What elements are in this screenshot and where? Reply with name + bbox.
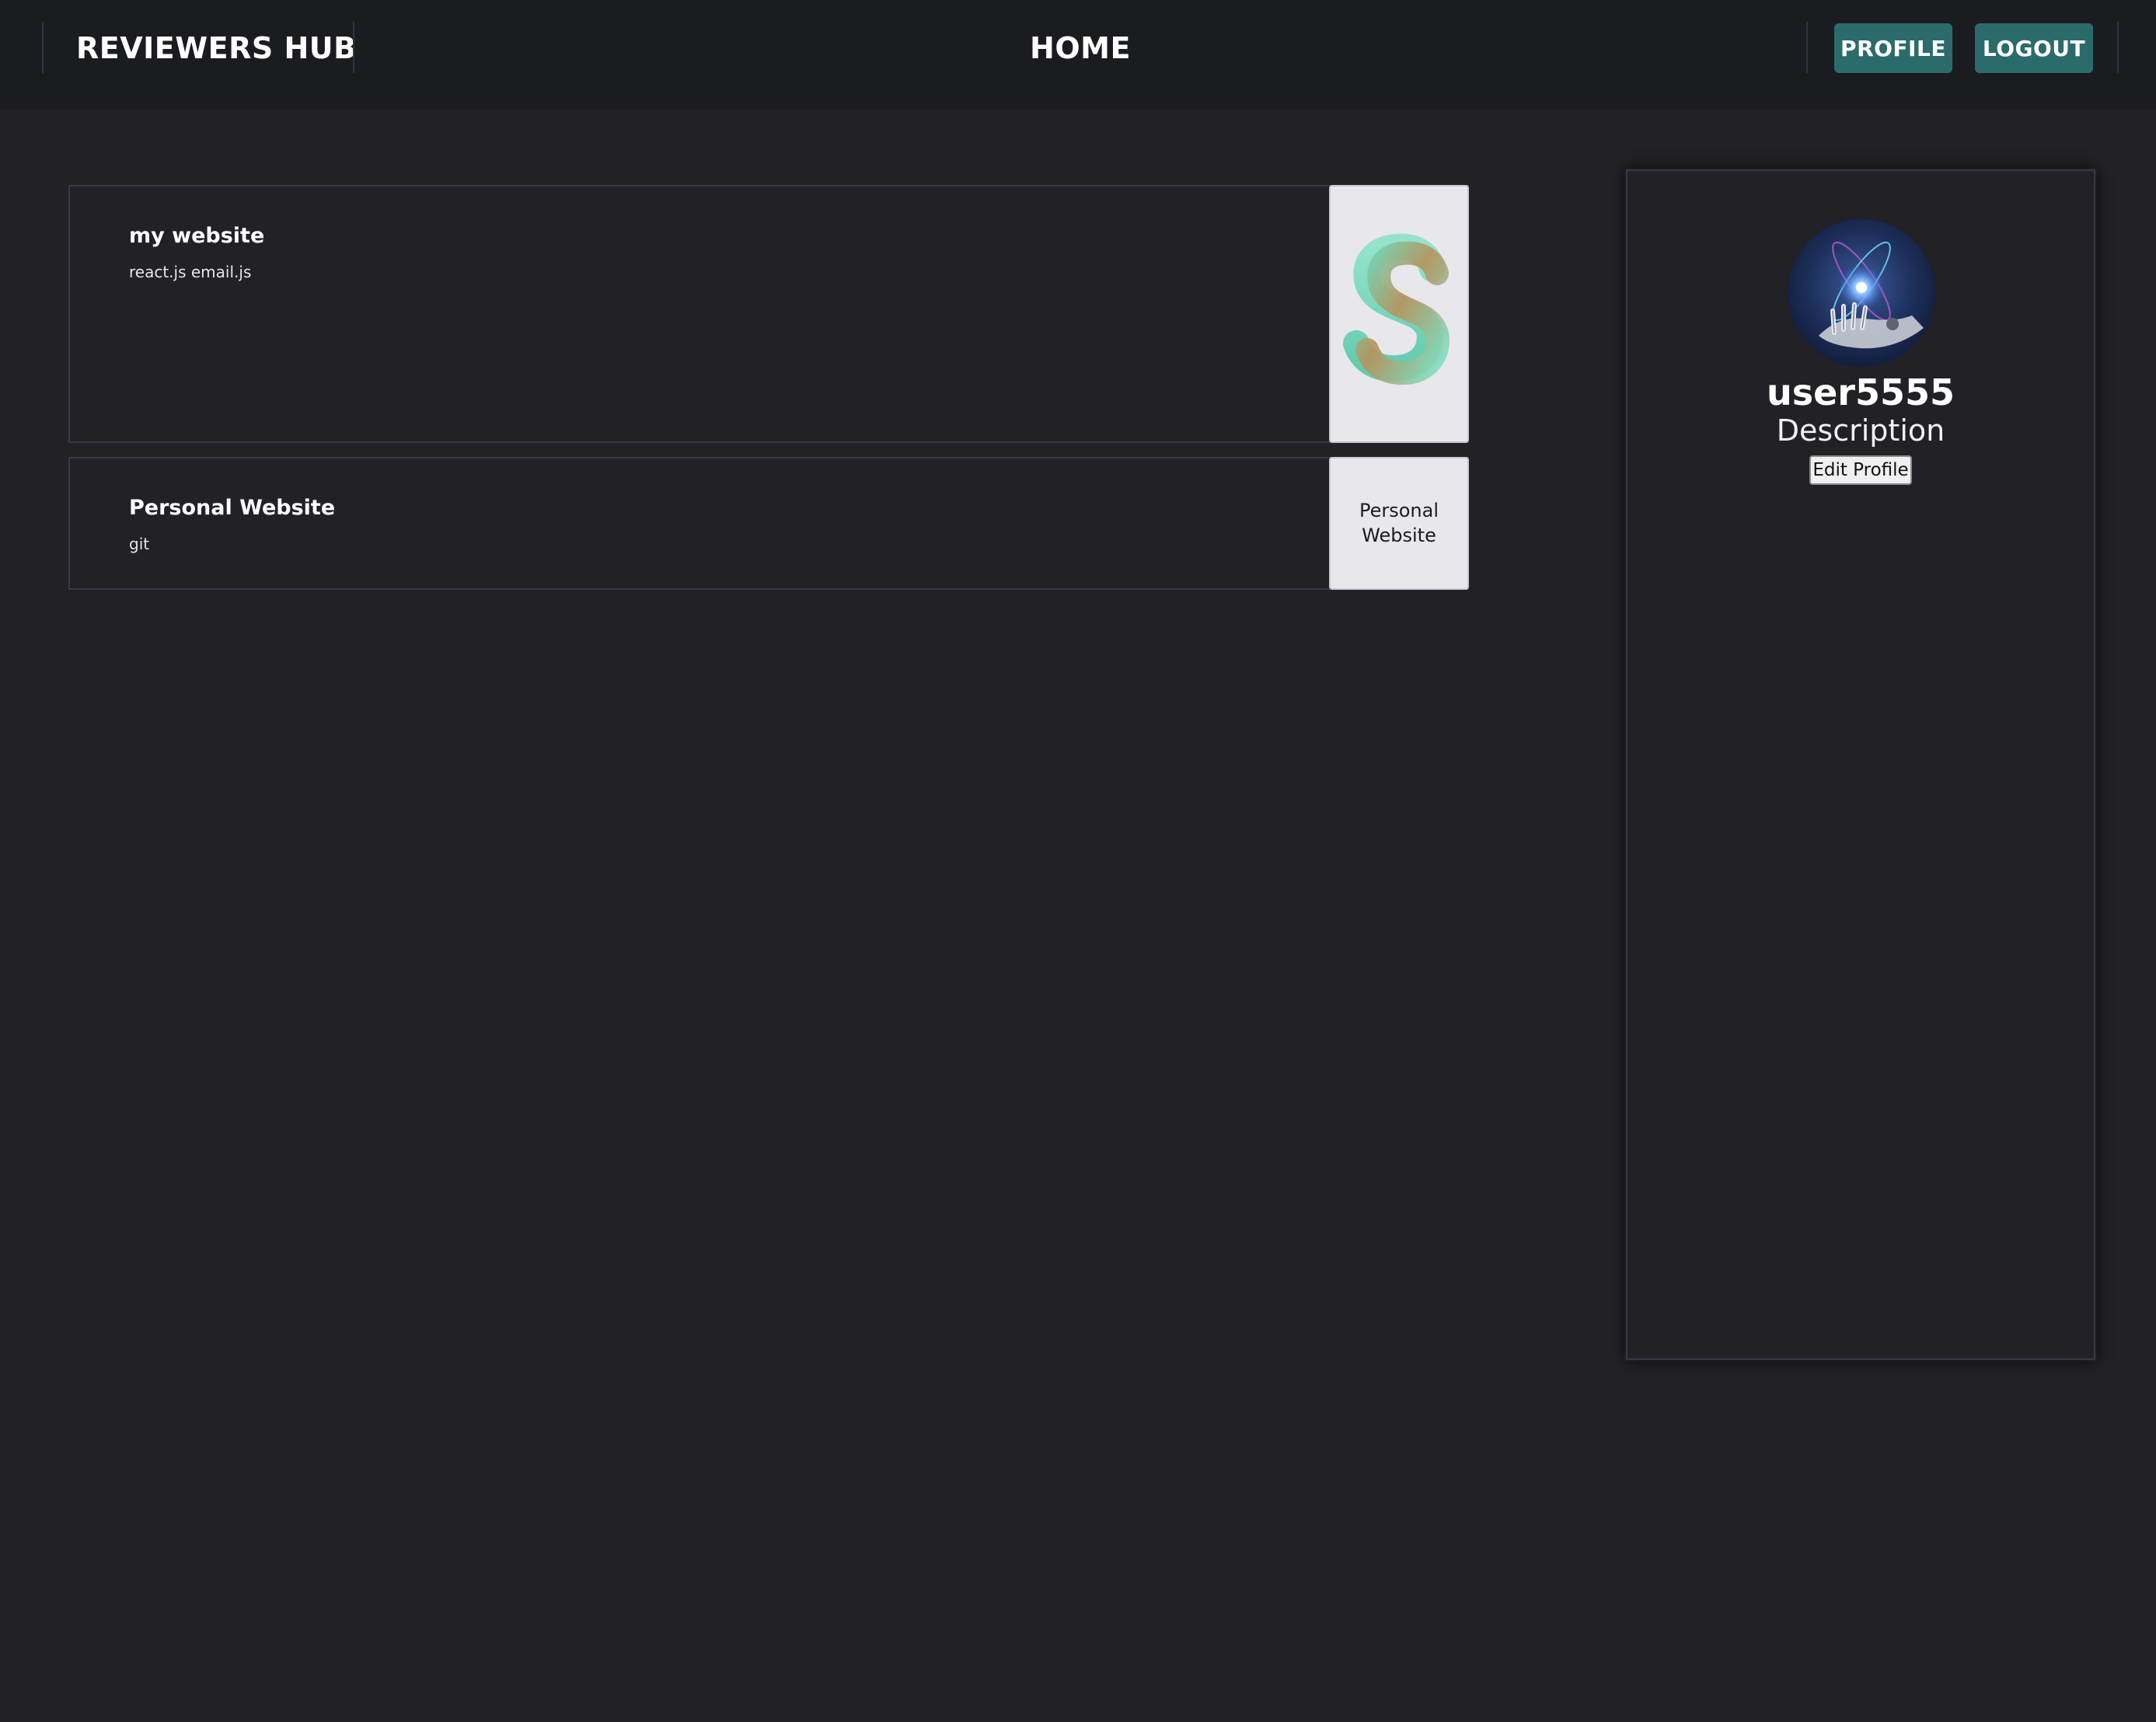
project-title: my website (129, 224, 265, 248)
robot-hand-avatar-icon (1788, 219, 1935, 367)
top-navbar: REVIEWERS HUB HOME PROFILE LOGOUT (0, 0, 2156, 109)
profile-button[interactable]: PROFILE (1834, 23, 1952, 73)
project-card[interactable]: Personal Website git Personal Website (68, 457, 1469, 590)
navbar-divider (2117, 22, 2119, 73)
brand-title[interactable]: REVIEWERS HUB (76, 31, 357, 65)
project-title: Personal Website (129, 496, 336, 520)
edit-profile-button[interactable]: Edit Profile (1809, 455, 1912, 485)
s-logo-icon (1343, 233, 1450, 385)
project-thumbnail[interactable] (1329, 185, 1469, 443)
project-tags: react.js email.js (129, 263, 252, 281)
project-tags: git (129, 535, 150, 553)
project-thumbnail[interactable]: Personal Website (1329, 457, 1469, 590)
navbar-divider (42, 22, 44, 73)
profile-username: user5555 (1766, 371, 1955, 413)
profile-description: Description (1776, 413, 1945, 448)
thumbnail-alt-text: Personal Website (1359, 500, 1439, 546)
navbar-divider (1806, 22, 1808, 73)
profile-panel: user5555 Description Edit Profile (1626, 169, 2095, 1360)
project-card[interactable]: my website react.js email.js (68, 185, 1469, 443)
logout-button[interactable]: LOGOUT (1975, 23, 2093, 73)
page-title: HOME (1030, 31, 1131, 65)
avatar[interactable] (1788, 219, 1935, 367)
navbar-divider (353, 22, 354, 73)
